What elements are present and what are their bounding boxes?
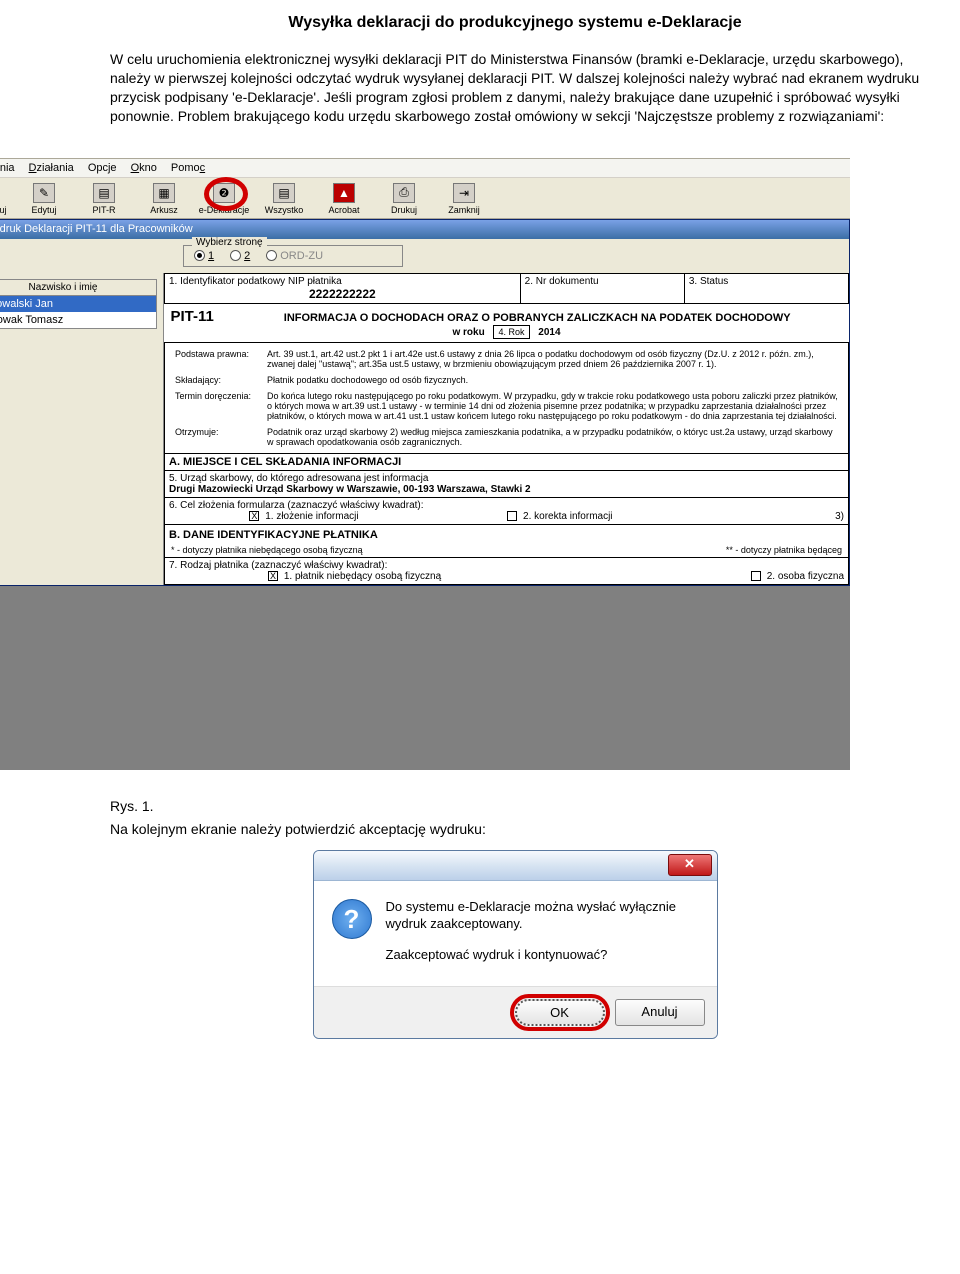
pitr-icon: ▤ <box>93 183 115 203</box>
section-a-header: A. MIEJSCE I CEL SKŁADANIA INFORMACJI <box>165 453 849 470</box>
pit11-subwindow: ❖ Wydruk Deklaracji PIT-11 dla Pracownik… <box>0 219 850 586</box>
highlight-circle-icon <box>204 177 248 211</box>
all-icon: ▤ <box>273 183 295 203</box>
tb-zamknij[interactable]: ⇥Zamknij <box>436 183 492 215</box>
cancel-button[interactable]: Anuluj <box>615 999 705 1026</box>
menu-okno[interactable]: Okno <box>131 162 157 174</box>
tb-edeklaracje[interactable]: ❷e-Deklaracje <box>196 183 252 215</box>
tb-arkusz[interactable]: ▦Arkusz <box>136 183 192 215</box>
name-panel: Nazwisko i imię 1) Kowalski Jan 2) Nowak… <box>0 273 163 585</box>
edit-icon: ✎ <box>33 183 55 203</box>
urzad-value: Drugi Mazowiecki Urząd Skarbowy w Warsza… <box>169 484 531 495</box>
after-figure-text: Na kolejnym ekranie należy potwierdzić a… <box>110 820 920 839</box>
nip-value: 2222222222 <box>169 287 516 301</box>
tb-zarchiwizuj[interactable]: 🗄Zarchiwizuj <box>0 183 12 215</box>
form-title: INFORMACJA O DOCHODACH ORAZ O POBRANYCH … <box>284 312 791 324</box>
page-select-label: Wybierz stronę <box>192 237 267 248</box>
menu-zadania[interactable]: Zadania <box>0 162 15 174</box>
page-select-group: Wybierz stronę 1 2 ORD-ZU <box>183 245 403 267</box>
confirm-dialog: ✕ ? Do systemu e-Deklaracje można wysłać… <box>313 850 718 1039</box>
sheet-icon: ▦ <box>153 183 175 203</box>
section-b-header: B. DANE IDENTYFIKACYJNE PŁATNIKA <box>165 525 848 545</box>
menu-opcje[interactable]: Opcje <box>88 162 117 174</box>
dialog-close-button[interactable]: ✕ <box>668 854 712 876</box>
checkbox-fiz[interactable] <box>751 571 761 581</box>
mdi-area: ❖ Wydruk Deklaracji PIT-11 dla Pracownik… <box>0 219 850 770</box>
checkbox-zlozenie[interactable] <box>249 511 259 521</box>
app-screenshot: Plik Edycja Zadania Działania Opcje Okno… <box>0 158 850 770</box>
ok-button[interactable]: OK <box>515 999 605 1026</box>
dialog-button-row: OK Anuluj <box>314 986 717 1038</box>
dialog-line1: Do systemu e-Deklaracje można wysłać wył… <box>386 899 699 933</box>
checkbox-niefiz[interactable] <box>268 571 278 581</box>
page-heading: Wysyłka deklaracji do produkcyjnego syst… <box>110 14 920 32</box>
pit-code: PIT-11 <box>171 308 214 325</box>
tb-drukuj[interactable]: ⎙Drukuj <box>376 183 432 215</box>
tb-acrobat[interactable]: ▲Acrobat <box>316 183 372 215</box>
intro-paragraph: W celu uruchomienia elektronicznej wysył… <box>110 50 920 126</box>
tb-pitr[interactable]: ▤PIT-R <box>76 183 132 215</box>
question-icon: ? <box>332 899 372 939</box>
pit11-form: 1. Identyfikator podatkowy NIP płatnika2… <box>163 273 849 585</box>
page-radio-ordzu[interactable]: ORD-ZU <box>266 250 323 262</box>
menu-bar: Plik Edycja Zadania Działania Opcje Okno… <box>0 159 850 178</box>
dialog-line2: Zaakceptować wydruk i kontynuować? <box>386 947 699 964</box>
dialog-titlebar: ✕ <box>314 851 717 881</box>
list-item[interactable]: 1) Kowalski Jan <box>0 296 156 312</box>
menu-pomoc[interactable]: Pomoc <box>171 162 205 174</box>
list-item[interactable]: 2) Nowak Tomasz <box>0 312 156 328</box>
close-icon: ⇥ <box>453 183 475 203</box>
tb-edytuj[interactable]: ✎Edytuj <box>16 183 72 215</box>
subwindow-title: ❖ Wydruk Deklaracji PIT-11 dla Pracownik… <box>0 220 849 239</box>
figure-caption: Rys. 1. <box>110 798 920 814</box>
page-radio-2[interactable]: 2 <box>230 250 250 262</box>
name-list[interactable]: 1) Kowalski Jan 2) Nowak Tomasz <box>0 296 157 329</box>
menu-dzialania[interactable]: Działania <box>29 162 74 174</box>
checkbox-korekta[interactable] <box>507 511 517 521</box>
page-radio-1[interactable]: 1 <box>194 250 214 262</box>
name-header: Nazwisko i imię <box>0 279 157 296</box>
year-value: 2014 <box>538 327 560 338</box>
pdf-icon: ▲ <box>333 183 355 203</box>
main-toolbar: 📂Odczytaj 🗄Zarchiwizuj ✎Edytuj ▤PIT-R ▦A… <box>0 178 850 219</box>
tb-wszystko[interactable]: ▤Wszystko <box>256 183 312 215</box>
print-icon: ⎙ <box>393 183 415 203</box>
